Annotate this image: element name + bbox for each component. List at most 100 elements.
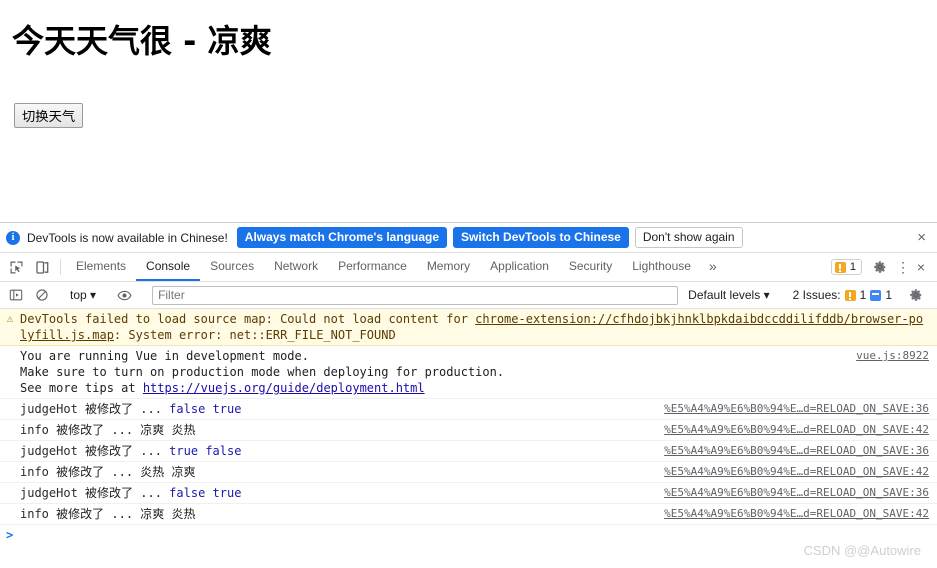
tab-memory[interactable]: Memory — [417, 253, 480, 281]
close-icon[interactable]: × — [914, 230, 929, 245]
log-var-name: info — [20, 423, 49, 437]
console-message-body: You are running Vue in development mode.… — [20, 348, 846, 396]
issues-warning-icon — [844, 289, 856, 301]
log-levels-selector[interactable]: Default levels ▾ — [682, 288, 775, 302]
console-prompt[interactable]: > — [0, 525, 937, 542]
console-message-body: judgeHot 被修改了 ... false true — [20, 401, 654, 417]
console-log-row[interactable]: info 被修改了 ... 凉爽 炎热 %E5%A4%A9%E6%B0%94%E… — [0, 504, 937, 525]
log-var-name: judgeHot — [20, 486, 78, 500]
device-toolbar-icon[interactable] — [29, 253, 55, 281]
log-new-value: 炎热 — [171, 507, 196, 521]
infobar-message: DevTools is now available in Chinese! — [27, 230, 228, 245]
console-log-row[interactable]: info 被修改了 ... 炎热 凉爽 %E5%A4%A9%E6%B0%94%E… — [0, 462, 937, 483]
console-sidebar-icon[interactable] — [3, 288, 29, 302]
tab-label: Elements — [76, 259, 127, 273]
warning-count-badge[interactable]: 1 — [830, 259, 862, 275]
console-message-source[interactable]: %E5%A4%A9%E6%B0%94%E…d=RELOAD_ON_SAVE:36 — [664, 485, 929, 501]
more-tabs-icon[interactable]: » — [701, 253, 725, 281]
tab-elements[interactable]: Elements — [66, 253, 136, 281]
dont-show-again-button[interactable]: Don't show again — [634, 227, 743, 248]
issues-label: 2 Issues: — [792, 288, 841, 302]
tab-label: Security — [568, 259, 613, 273]
console-message-source[interactable]: %E5%A4%A9%E6%B0%94%E…d=RELOAD_ON_SAVE:42 — [664, 422, 929, 438]
page-title: 今天天气很 - 凉爽 — [12, 22, 272, 60]
warning-text-after: : System error: net::ERR_FILE_NOT_FOUND — [113, 328, 396, 342]
log-levels-value: Default levels — [688, 288, 761, 302]
warning-icon — [834, 261, 846, 273]
log-new-value: false — [205, 444, 242, 458]
console-message-source[interactable]: %E5%A4%A9%E6%B0%94%E…d=RELOAD_ON_SAVE:42 — [664, 506, 929, 522]
tab-security[interactable]: Security — [559, 253, 622, 281]
log-new-value: true — [212, 402, 242, 416]
log-old-value: true — [169, 444, 199, 458]
toggle-weather-button[interactable]: 切换天气 — [14, 103, 84, 129]
execution-context-value: top — [70, 288, 87, 302]
console-log-row[interactable]: info 被修改了 ... 凉爽 炎热 %E5%A4%A9%E6%B0%94%E… — [0, 420, 937, 441]
issues-info-count: 1 — [885, 288, 892, 302]
tab-sources[interactable]: Sources — [200, 253, 264, 281]
log-label: 被修改了 ... — [56, 507, 134, 521]
live-expression-eye-icon[interactable] — [111, 288, 137, 303]
gear-icon[interactable] — [873, 260, 895, 274]
console-log-row[interactable]: judgeHot 被修改了 ... true false %E5%A4%A9%E… — [0, 441, 937, 462]
vue-deployment-guide-link[interactable]: https://vuejs.org/guide/deployment.html — [143, 381, 425, 395]
inspect-element-icon[interactable] — [3, 253, 29, 281]
vue-line-1: You are running Vue in development mode. — [20, 349, 309, 363]
info-icon: i — [6, 230, 20, 245]
log-new-value: true — [212, 486, 242, 500]
log-old-value: 凉爽 — [140, 507, 165, 521]
close-devtools-icon[interactable]: × — [911, 259, 931, 275]
clear-console-icon[interactable] — [29, 288, 55, 302]
tabbar-right-controls: 1 ⋮ × — [830, 253, 937, 281]
console-message-body: DevTools failed to load source map: Coul… — [20, 311, 929, 343]
chevron-down-icon: ▾ — [763, 288, 770, 302]
tab-label: Memory — [426, 259, 471, 273]
console-message-body: judgeHot 被修改了 ... true false — [20, 443, 654, 459]
devtools-tabbar: Elements Console Sources Network Perform… — [0, 253, 937, 282]
tab-application[interactable]: Application — [480, 253, 559, 281]
tab-console[interactable]: Console — [136, 253, 201, 281]
console-message-body: info 被修改了 ... 凉爽 炎热 — [20, 422, 654, 438]
console-message-source[interactable]: %E5%A4%A9%E6%B0%94%E…d=RELOAD_ON_SAVE:36 — [664, 401, 929, 417]
log-var-name: judgeHot — [20, 402, 78, 416]
console-log-row[interactable]: judgeHot 被修改了 ... false true %E5%A4%A9%E… — [0, 483, 937, 504]
console-settings-gear-icon[interactable] — [909, 288, 931, 302]
console-filter-input[interactable] — [152, 285, 679, 305]
chevron-down-icon: ▾ — [90, 288, 97, 302]
tab-label: Sources — [210, 259, 255, 273]
tab-label: Network — [274, 259, 319, 273]
issues-warning-count: 1 — [859, 288, 867, 302]
always-match-chrome-language-button[interactable]: Always match Chrome's language — [236, 227, 448, 248]
watermark: CSDN @@Autowire — [803, 543, 921, 558]
tab-performance[interactable]: Performance — [328, 253, 417, 281]
console-message-body: info 被修改了 ... 凉爽 炎热 — [20, 506, 654, 522]
console-log-row[interactable]: judgeHot 被修改了 ... false true %E5%A4%A9%E… — [0, 399, 937, 420]
console-log-list: ⚠ DevTools failed to load source map: Co… — [0, 309, 937, 542]
console-message-source[interactable]: %E5%A4%A9%E6%B0%94%E…d=RELOAD_ON_SAVE:36 — [664, 443, 929, 459]
execution-context-selector[interactable]: top ▾ — [66, 288, 100, 302]
devtools-language-infobar: i DevTools is now available in Chinese! … — [0, 223, 937, 253]
issues-summary[interactable]: 2 Issues: 1 1 — [787, 288, 898, 302]
devtools-panel: i DevTools is now available in Chinese! … — [0, 222, 937, 568]
tab-label: Performance — [338, 259, 407, 273]
log-new-value: 凉爽 — [171, 465, 196, 479]
log-label: 被修改了 ... — [56, 465, 134, 479]
tab-label: Application — [490, 259, 549, 273]
console-message-source[interactable]: vue.js:8922 — [856, 348, 929, 364]
log-new-value: 炎热 — [171, 423, 196, 437]
warning-triangle-icon: ⚠ — [6, 312, 14, 325]
console-message-vue-dev-mode[interactable]: You are running Vue in development mode.… — [0, 346, 937, 399]
console-message-warning[interactable]: ⚠ DevTools failed to load source map: Co… — [0, 309, 937, 346]
tab-network[interactable]: Network — [264, 253, 328, 281]
rendered-page-area: 今天天气很 - 凉爽 切换天气 — [0, 0, 937, 222]
prompt-chevron-icon: > — [6, 528, 14, 542]
more-options-icon[interactable]: ⋮ — [895, 260, 911, 274]
console-message-source[interactable]: %E5%A4%A9%E6%B0%94%E…d=RELOAD_ON_SAVE:42 — [664, 464, 929, 480]
console-message-body: judgeHot 被修改了 ... false true — [20, 485, 654, 501]
log-label: 被修改了 ... — [85, 486, 162, 500]
tab-lighthouse[interactable]: Lighthouse — [622, 253, 701, 281]
switch-devtools-to-chinese-button[interactable]: Switch DevTools to Chinese — [453, 227, 629, 248]
log-old-value: false — [169, 486, 206, 500]
log-old-value: false — [169, 402, 206, 416]
tab-label: Console — [146, 259, 191, 273]
